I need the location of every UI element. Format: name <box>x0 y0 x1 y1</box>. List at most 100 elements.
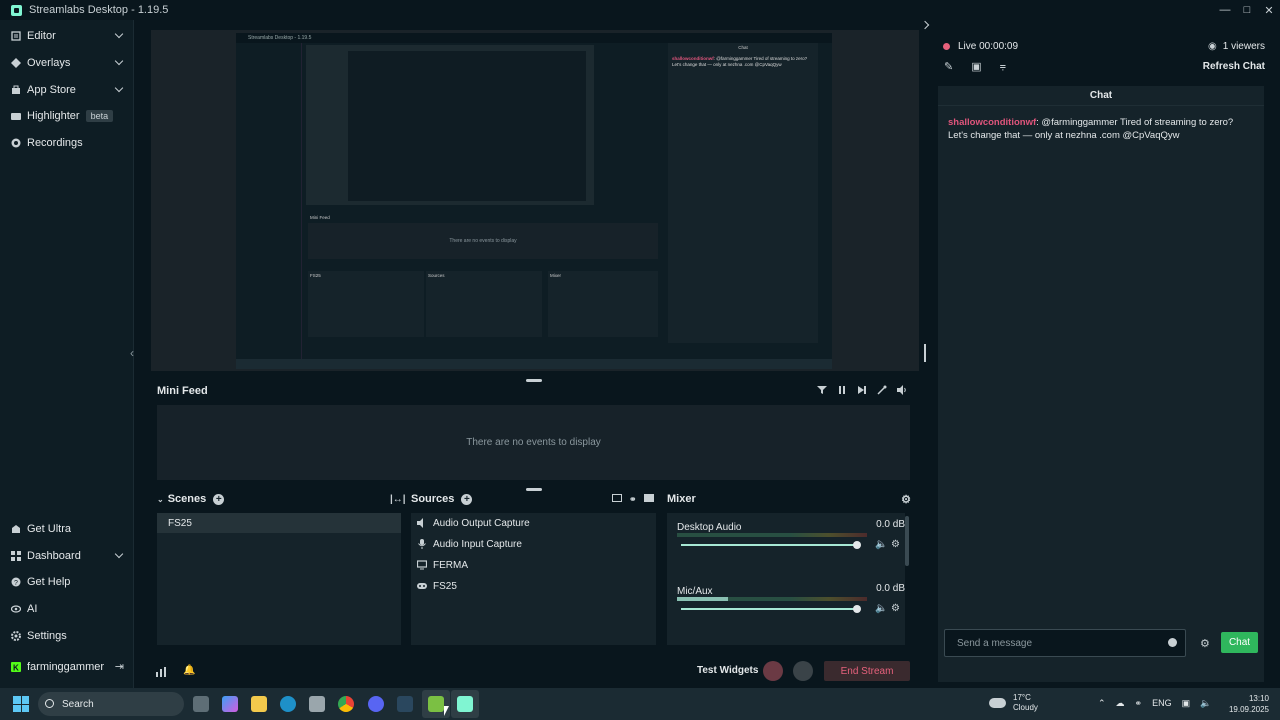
maximize-icon[interactable]: □ <box>1236 0 1258 20</box>
sidebar-item-ai[interactable]: AI <box>0 598 134 620</box>
mixer-scrollbar[interactable] <box>905 516 909 566</box>
pause-icon[interactable] <box>837 385 847 395</box>
minimize-icon[interactable]: — <box>1214 0 1236 20</box>
close-icon[interactable]: ✕ <box>1258 0 1280 20</box>
replay-buffer-button[interactable] <box>793 661 813 681</box>
sidebar-item-get-ultra[interactable]: Get Ultra <box>0 518 134 540</box>
chevron-right-icon[interactable] <box>920 20 930 30</box>
folder-icon[interactable] <box>643 493 654 502</box>
taskbar-clock[interactable]: 13:10 19.09.2025 <box>1229 693 1269 715</box>
edge-browser-icon[interactable] <box>280 696 296 712</box>
weather-widget[interactable]: 17°C Cloudy <box>989 693 1038 713</box>
chat-username[interactable]: shallowconditionwf <box>948 117 1036 128</box>
performance-chart-icon[interactable] <box>156 666 166 680</box>
streamlabs-taskbar-icon[interactable] <box>457 696 473 712</box>
share-icon[interactable]: ⩦ <box>1000 60 1006 73</box>
sidebar-item-label: Highlighter <box>27 110 80 122</box>
volume-slider[interactable] <box>681 605 861 613</box>
steam-icon[interactable] <box>397 696 413 712</box>
mixer-settings-icon[interactable]: ⚙ <box>901 493 911 506</box>
chrome-icon[interactable] <box>338 696 354 712</box>
sidebar-item-settings[interactable]: Settings <box>0 625 134 647</box>
volume-icon[interactable] <box>897 385 907 395</box>
slider-knob[interactable] <box>853 605 861 613</box>
magic-wand-icon[interactable] <box>877 385 887 395</box>
end-stream-button[interactable]: End Stream <box>824 661 910 681</box>
preview-canvas: Streamlabs Desktop - 1.19.5 Chat shallow… <box>236 33 832 369</box>
help-icon: ? <box>11 577 21 587</box>
mini-feed-header: Mini Feed <box>151 381 919 401</box>
skip-icon[interactable] <box>857 385 867 395</box>
viewers-label: 1 viewers <box>1222 41 1265 52</box>
record-button[interactable] <box>763 661 783 681</box>
mute-icon[interactable]: 🔈 <box>875 603 887 614</box>
sidebar-item-recordings[interactable]: Recordings <box>0 132 134 154</box>
task-view-icon[interactable] <box>193 696 209 712</box>
title-bar: Streamlabs Desktop - 1.19.5 — □ ✕ <box>0 0 1280 20</box>
source-item[interactable]: Audio Input Capture <box>417 534 522 554</box>
editor-bottom-bar: 🔔 Test Widgets End Stream <box>151 660 919 684</box>
refresh-chat-button[interactable]: Refresh Chat <box>1203 61 1265 72</box>
tray-chevron-up-icon[interactable]: ⌃ <box>1098 698 1106 709</box>
window-title: Streamlabs Desktop - 1.19.5 <box>29 4 169 16</box>
ms-store-icon[interactable] <box>309 696 325 712</box>
scene-transitions-icon[interactable]: |↔| <box>390 494 406 505</box>
sidebar-item-highlighter[interactable]: Highlighter beta <box>0 105 134 127</box>
collapse-sidebar-icon[interactable]: ‹ <box>130 346 134 360</box>
filter-icon[interactable] <box>817 385 827 395</box>
tray-mic-icon[interactable]: ⚭ <box>1135 698 1143 709</box>
source-item[interactable]: FERMA <box>416 555 468 575</box>
mixer-channel-mic-aux: Mic/Aux 0.0 dB 🔈 ⚙ <box>677 583 905 614</box>
folder-icon[interactable]: ▣ <box>971 60 981 73</box>
sidebar-item-editor[interactable]: Editor <box>0 25 134 47</box>
sidebar-item-label: AI <box>27 603 38 615</box>
sidebar-item-get-help[interactable]: ? Get Help <box>0 571 134 593</box>
channel-db: 0.0 dB <box>876 519 905 530</box>
sidebar-item-account[interactable]: K farminggammer ⇥ <box>0 656 134 678</box>
sidebar-item-overlays[interactable]: Overlays <box>0 52 134 74</box>
add-scene-icon[interactable]: + <box>213 493 225 505</box>
emoji-icon[interactable] <box>1168 638 1177 647</box>
file-explorer-icon[interactable] <box>251 696 267 712</box>
discord-icon[interactable] <box>368 696 384 712</box>
mic-off-icon[interactable]: ⚭ <box>629 494 637 505</box>
screen-icon[interactable] <box>612 493 622 502</box>
live-timer: Live 00:00:09 <box>958 41 1019 52</box>
mic-icon <box>417 539 427 549</box>
logout-icon[interactable]: ⇥ <box>115 660 124 673</box>
channel-settings-icon[interactable]: ⚙ <box>891 603 900 614</box>
copilot-icon[interactable] <box>222 696 238 712</box>
chat-input[interactable]: Send a message <box>944 629 1186 657</box>
cloud-sync-icon[interactable]: ☁ <box>1116 698 1125 709</box>
stream-preview[interactable]: Streamlabs Desktop - 1.19.5 Chat shallow… <box>151 30 919 371</box>
scene-item[interactable]: FS25 <box>157 513 401 533</box>
sidebar-item-dashboard[interactable]: Dashboard <box>0 545 134 567</box>
mouse-cursor-icon <box>444 706 449 716</box>
source-item[interactable]: Audio Output Capture <box>417 513 530 533</box>
language-indicator[interactable]: ENG <box>1152 698 1172 709</box>
sources-header: Sources + ⚭ <box>411 490 661 508</box>
mute-icon[interactable]: 🔈 <box>875 539 887 550</box>
vertical-resize-handle[interactable] <box>924 344 926 362</box>
pencil-icon[interactable]: ✎ <box>944 60 953 73</box>
sidebar: Editor Overlays App Store Highlighter be… <box>0 20 134 688</box>
display-icon[interactable]: ▣ <box>1182 698 1191 709</box>
farming-simulator-icon[interactable] <box>428 696 444 712</box>
channel-settings-icon[interactable]: ⚙ <box>891 539 900 550</box>
source-item[interactable]: FS25 <box>417 576 457 596</box>
sidebar-item-app-store[interactable]: App Store <box>0 79 134 101</box>
chevron-down-icon <box>114 549 124 559</box>
windows-start-icon[interactable] <box>13 696 29 712</box>
slider-knob[interactable] <box>853 541 861 549</box>
preview-mixer: Mixer <box>548 271 658 337</box>
taskbar-search[interactable]: Search <box>38 692 184 716</box>
volume-slider[interactable] <box>681 541 861 549</box>
notification-bell-icon[interactable]: 🔔 <box>183 665 195 676</box>
speaker-tray-icon[interactable]: 🔈 <box>1200 698 1211 709</box>
collapse-chevron-icon[interactable]: ⌄ <box>157 495 164 504</box>
send-chat-button[interactable]: Chat <box>1221 632 1258 653</box>
sidebar-item-label: Get Ultra <box>27 523 72 535</box>
chat-settings-icon[interactable]: ⚙ <box>1200 637 1210 650</box>
add-source-icon[interactable]: + <box>461 493 473 505</box>
volume-meter <box>677 533 867 537</box>
